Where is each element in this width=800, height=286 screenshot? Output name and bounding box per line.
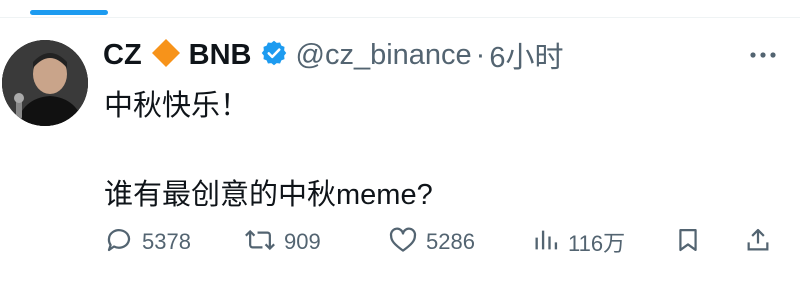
diamond-icon [151,38,181,73]
reply-count: 5378 [142,229,191,254]
top-divider [0,17,800,18]
reply-icon [104,225,134,260]
views-button[interactable]: 116万 [532,224,625,260]
views-count: 116万 [568,231,626,256]
author-name[interactable]: CZ [103,39,142,72]
tweet-text-line-1: 中秋快乐！ [104,90,250,122]
tweet-body: 中秋快乐！ 谁有最创意的中秋meme? [104,84,433,218]
analytics-icon [532,225,560,260]
share-button[interactable] [744,224,772,260]
reply-button[interactable]: 5378 [104,224,191,260]
separator-dot: · [475,38,486,71]
tweet-text-line-2: 谁有最创意的中秋meme? [104,179,433,211]
verified-badge-icon [260,39,288,72]
active-tab-indicator [30,10,108,15]
like-count: 5286 [426,229,475,254]
author-badge-text[interactable]: BNB [189,39,252,72]
tweet-header: CZ BNB @cz_binance · 6小时 [103,33,563,77]
like-button[interactable]: 5286 [388,224,475,260]
tweet-timestamp[interactable]: 6小时 [489,34,563,76]
bookmark-icon [674,225,702,260]
retweet-button[interactable]: 909 [244,224,321,260]
tweet-action-bar: 5378 909 5286 116万 [104,224,784,260]
more-icon[interactable] [748,45,778,70]
bookmark-button[interactable] [674,224,702,260]
heart-icon [388,225,418,260]
retweet-icon [244,225,276,260]
retweet-count: 909 [284,229,321,254]
share-icon [744,225,772,260]
author-handle[interactable]: @cz_binance [296,39,472,72]
avatar[interactable] [2,40,88,126]
